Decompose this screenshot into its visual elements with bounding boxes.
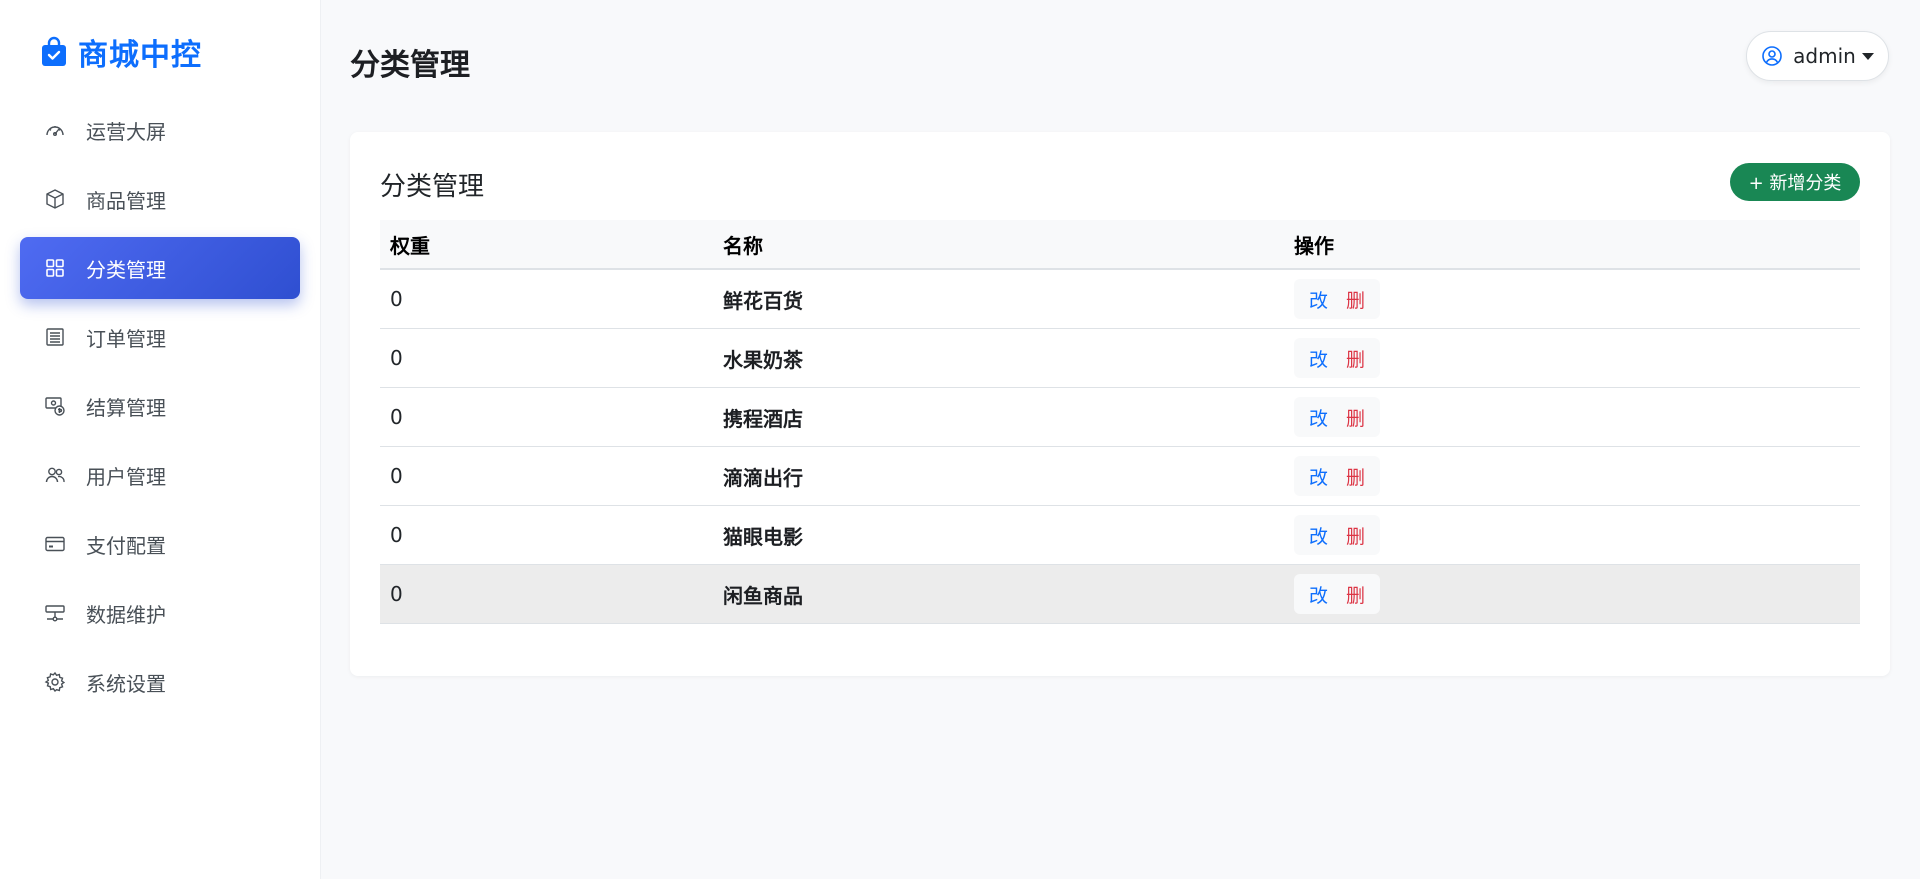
sidebar-item-label: 运营大屏 [86, 119, 166, 144]
delete-button[interactable]: 删 [1337, 581, 1374, 608]
caret-down-icon [1861, 52, 1874, 60]
column-header-name: 名称 [723, 233, 763, 258]
credit-card-icon [44, 533, 66, 555]
cell-name: 鲜花百货 [723, 288, 803, 313]
box-icon [44, 188, 66, 210]
brand-logo[interactable]: 商城中控 [40, 30, 202, 74]
grid-icon [44, 257, 66, 279]
cell-name: 水果奶茶 [723, 347, 803, 372]
server-icon [44, 602, 66, 624]
cell-weight: 0 [390, 464, 403, 488]
edit-button[interactable]: 改 [1300, 463, 1337, 490]
table-row: 0 猫眼电影 改 删 [380, 506, 1860, 565]
sidebar-item-settlement[interactable]: 结算管理 [20, 375, 300, 437]
delete-button[interactable]: 删 [1337, 404, 1374, 431]
edit-button[interactable]: 改 [1300, 345, 1337, 372]
sidebar-item-data-maintenance[interactable]: 数据维护 [20, 582, 300, 644]
row-actions: 改 删 [1294, 397, 1381, 437]
column-header-weight: 权重 [390, 233, 430, 258]
shopping-bag-icon [42, 36, 66, 66]
cell-weight: 0 [390, 582, 403, 606]
table-row: 0 滴滴出行 改 删 [380, 447, 1860, 506]
cell-weight: 0 [390, 346, 403, 370]
delete-button[interactable]: 删 [1337, 286, 1374, 313]
delete-button[interactable]: 删 [1337, 463, 1374, 490]
row-actions: 改 删 [1294, 515, 1381, 555]
user-circle-icon [1762, 46, 1782, 66]
sidebar-item-label: 订单管理 [86, 326, 166, 351]
category-card: 分类管理 + 新增分类 权重 名称 操作 0 鲜花百货 改 删 0 水果奶茶 改… [350, 132, 1890, 676]
cell-weight: 0 [390, 523, 403, 547]
cell-name: 滴滴出行 [723, 465, 803, 490]
user-menu-button[interactable]: admin [1746, 31, 1889, 81]
sidebar-item-label: 分类管理 [86, 257, 166, 282]
sidebar-item-label: 系统设置 [86, 671, 166, 696]
sidebar-item-orders[interactable]: 订单管理 [20, 306, 300, 368]
sidebar-item-dashboard[interactable]: 运营大屏 [20, 99, 300, 161]
page-title: 分类管理 [350, 48, 470, 83]
table-row: 0 闲鱼商品 改 删 [380, 565, 1860, 624]
user-name: admin [1793, 44, 1856, 68]
row-actions: 改 删 [1294, 574, 1381, 614]
table-row: 0 鲜花百货 改 删 [380, 270, 1860, 329]
edit-button[interactable]: 改 [1300, 581, 1337, 608]
delete-button[interactable]: 删 [1337, 522, 1374, 549]
cell-name: 携程酒店 [723, 406, 803, 431]
row-actions: 改 删 [1294, 279, 1381, 319]
add-category-button[interactable]: + 新增分类 [1730, 163, 1860, 201]
row-actions: 改 删 [1294, 456, 1381, 496]
edit-button[interactable]: 改 [1300, 404, 1337, 431]
sidebar-item-products[interactable]: 商品管理 [20, 168, 300, 230]
table-row: 0 水果奶茶 改 删 [380, 329, 1860, 388]
category-table: 权重 名称 操作 0 鲜花百货 改 删 0 水果奶茶 改 删 0 携程酒店 改 [380, 220, 1860, 624]
sidebar-item-label: 支付配置 [86, 533, 166, 558]
sidebar-item-payment[interactable]: 支付配置 [20, 513, 300, 575]
edit-button[interactable]: 改 [1300, 522, 1337, 549]
cell-name: 闲鱼商品 [723, 583, 803, 608]
row-actions: 改 删 [1294, 338, 1381, 378]
cash-settle-icon [44, 395, 66, 417]
sidebar-item-label: 数据维护 [86, 602, 166, 627]
speedometer-icon [44, 119, 66, 141]
delete-button[interactable]: 删 [1337, 345, 1374, 372]
cell-weight: 0 [390, 405, 403, 429]
sidebar-item-categories[interactable]: 分类管理 [20, 237, 300, 299]
sidebar-nav: 运营大屏 商品管理 分类管理 订单管理 结算管理 用户管理 支付配置 数据维护 … [20, 99, 300, 720]
sidebar-item-users[interactable]: 用户管理 [20, 444, 300, 506]
people-icon [44, 464, 66, 486]
card-title: 分类管理 [380, 172, 485, 202]
column-header-actions: 操作 [1294, 233, 1334, 258]
list-icon [44, 326, 66, 348]
sidebar: 商城中控 运营大屏 商品管理 分类管理 订单管理 结算管理 用户管理 支付配置 … [0, 0, 320, 879]
table-header: 权重 名称 操作 [380, 220, 1860, 270]
brand-name: 商城中控 [78, 38, 202, 73]
sidebar-item-settings[interactable]: 系统设置 [20, 651, 300, 713]
gear-icon [44, 671, 66, 693]
sidebar-item-label: 结算管理 [86, 395, 166, 420]
cell-weight: 0 [390, 287, 403, 311]
sidebar-item-label: 商品管理 [86, 188, 166, 213]
sidebar-item-label: 用户管理 [86, 464, 166, 489]
cell-name: 猫眼电影 [723, 524, 803, 549]
edit-button[interactable]: 改 [1300, 286, 1337, 313]
table-row: 0 携程酒店 改 删 [380, 388, 1860, 447]
